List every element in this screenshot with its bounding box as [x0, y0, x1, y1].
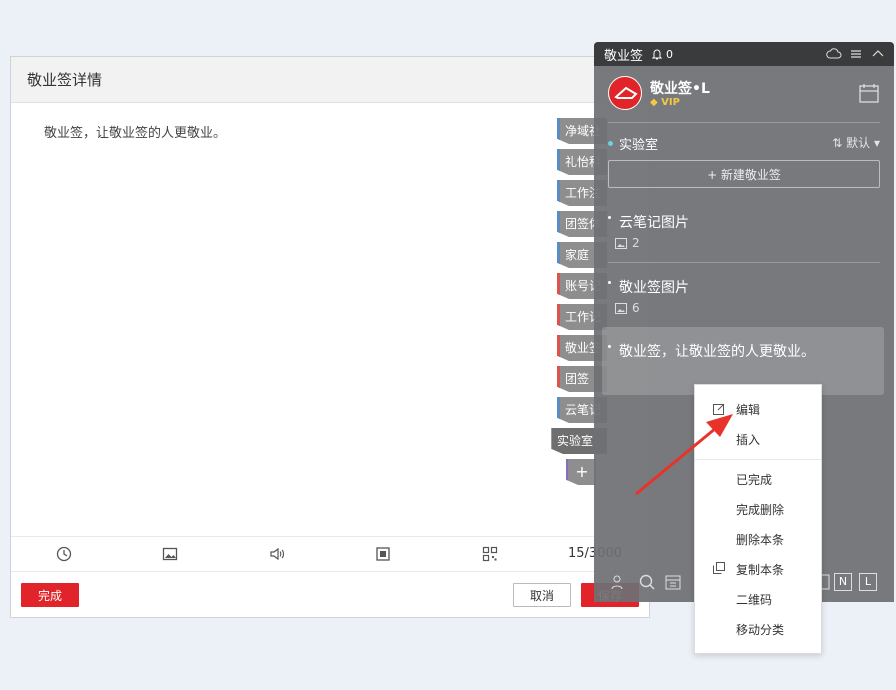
calendar-icon[interactable] — [858, 82, 880, 104]
users-icon[interactable] — [610, 573, 628, 591]
clock-icon[interactable] — [56, 546, 72, 562]
image-icon — [615, 302, 627, 314]
username: 敬业签•L — [650, 81, 710, 97]
sort-label: 默认 — [846, 136, 871, 150]
menu-item-copy[interactable]: 复制本条 — [736, 561, 784, 578]
menu-item-insert[interactable]: 插入 — [736, 431, 760, 448]
folder-dot-icon — [608, 141, 613, 146]
bullet — [608, 281, 611, 284]
image-icon — [615, 237, 627, 249]
new-note-button[interactable]: + 新建敬业签 — [608, 160, 880, 188]
panel-titlebar: 敬业签 0 — [594, 42, 894, 66]
avatar[interactable] — [608, 76, 642, 110]
image-count: 6 — [632, 301, 640, 315]
l-mode-button[interactable]: L — [859, 573, 877, 591]
note-meta: 2 — [615, 236, 640, 250]
sort-dropdown[interactable]: ⇅ 默认 ▾ — [832, 134, 880, 151]
context-menu: 编辑 插入 已完成 完成删除 删除本条 复制本条 二维码 移动分类 — [694, 384, 822, 654]
calendar-small-icon[interactable] — [664, 573, 682, 591]
bell-count: 0 — [666, 47, 674, 61]
menu-item-delete[interactable]: 删除本条 — [736, 531, 784, 548]
menu-item-qrcode[interactable]: 二维码 — [736, 591, 772, 608]
stop-icon[interactable] — [375, 546, 391, 562]
menu-icon[interactable] — [850, 48, 862, 60]
note-title: 敬业签图片 — [619, 280, 689, 296]
menu-divider — [695, 459, 821, 460]
menu-item-edit[interactable]: 编辑 — [736, 401, 760, 418]
divider — [608, 122, 880, 123]
note-item[interactable]: 云笔记图片 2 — [602, 212, 884, 262]
qrcode-icon[interactable] — [482, 546, 498, 562]
bullet — [608, 216, 611, 219]
folder-name: 实验室 — [619, 138, 659, 153]
menu-item-complete-delete[interactable]: 完成删除 — [736, 501, 784, 518]
image-icon[interactable] — [162, 546, 178, 562]
detail-header: 敬业签详情 — [11, 57, 649, 103]
done-button[interactable]: 完成 — [21, 583, 79, 607]
note-meta: 6 — [615, 301, 640, 315]
note-content[interactable]: 敬业签，让敬业签的人更敬业。 — [44, 122, 226, 141]
edit-icon — [713, 403, 725, 415]
search-icon[interactable] — [638, 573, 656, 591]
editor-toolbar: 15/3000 — [11, 536, 649, 572]
detail-window: 敬业签详情 敬业签，让敬业签的人更敬业。 净域社 礼怡科 工作注 团签体 家庭 … — [10, 56, 650, 618]
detail-title: 敬业签详情 — [27, 71, 103, 89]
bullet — [608, 345, 611, 348]
cloud-icon[interactable] — [826, 48, 842, 60]
image-count: 2 — [632, 236, 640, 250]
note-item[interactable]: 敬业签图片 6 — [602, 277, 884, 327]
speaker-icon[interactable] — [269, 546, 285, 562]
menu-item-complete[interactable]: 已完成 — [736, 471, 772, 488]
app-name: 敬业签 — [604, 48, 644, 64]
note-title: 云笔记图片 — [619, 215, 689, 231]
n-mode-button[interactable]: N — [834, 573, 852, 591]
collapse-icon[interactable] — [872, 48, 884, 60]
current-folder[interactable]: 实验室 — [608, 134, 658, 153]
vip-label: VIP — [661, 97, 680, 108]
copy-icon — [713, 562, 725, 574]
add-tag-button[interactable]: + — [566, 459, 596, 485]
cancel-button[interactable]: 取消 — [513, 583, 571, 607]
note-title: 敬业签，让敬业签的人更敬业。 — [619, 344, 815, 360]
bell-icon[interactable] — [651, 48, 663, 60]
vip-badge: ◆ VIP — [650, 97, 680, 108]
menu-item-move[interactable]: 移动分类 — [736, 621, 784, 638]
divider — [608, 262, 880, 263]
